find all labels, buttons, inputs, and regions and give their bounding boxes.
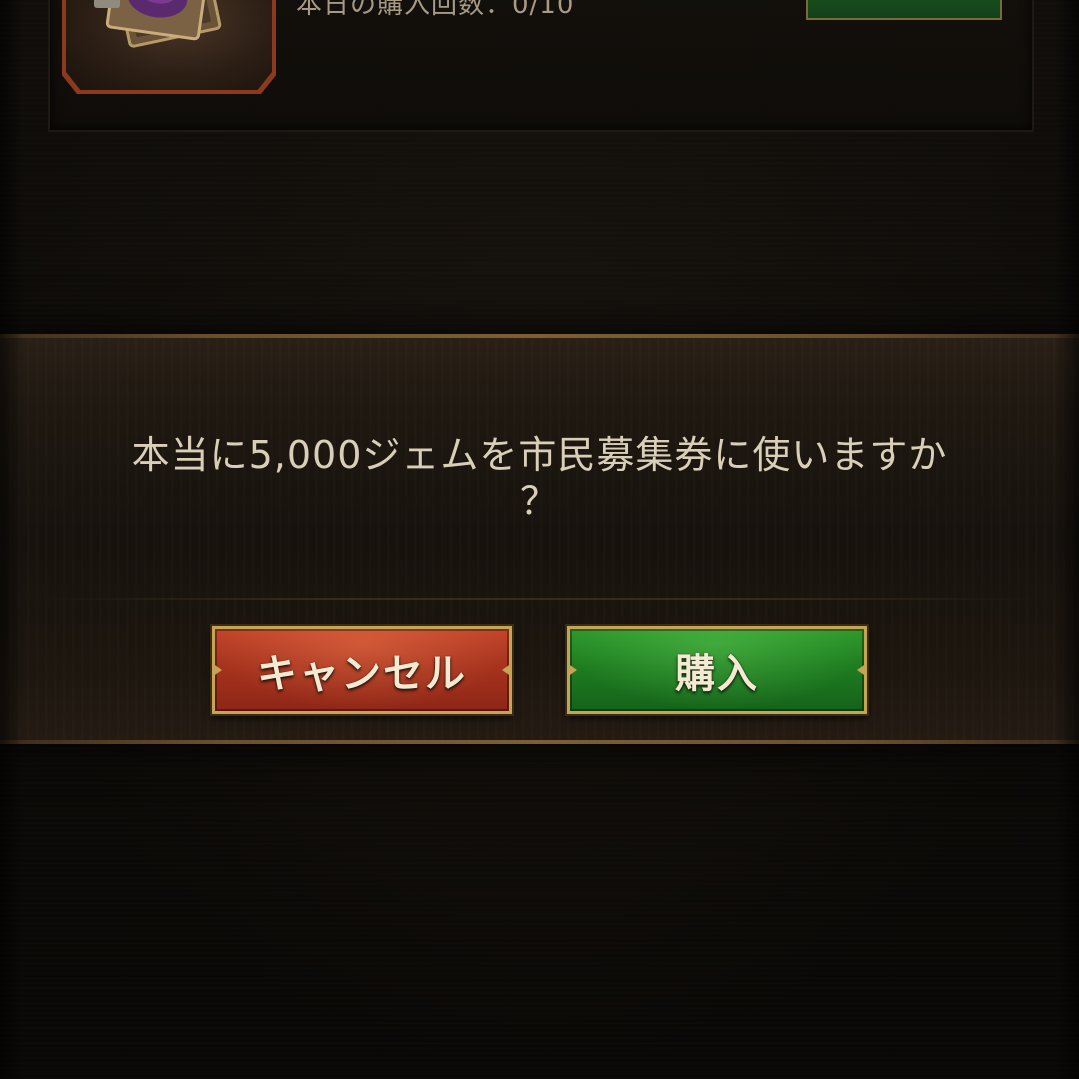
edge-shade [0,0,24,1079]
buy-button-label: 購入 [675,651,759,697]
button-notch-right [502,663,512,677]
edge-shade [1055,0,1079,1079]
dialog-message-line-2: ？ [519,479,559,523]
cancel-button[interactable]: キャンセル [212,626,512,714]
item-icon-frame[interactable] [62,0,276,94]
dialog-top-border [0,334,1079,338]
dialog-message: 本当に5,000ジェムを市民募集券に使いますか ？ [60,432,1019,524]
dialog-bottom-border [0,740,1079,744]
cancel-button-label: キャンセル [257,651,467,697]
recruit-ticket-icon [94,0,222,48]
button-notch-right [857,663,867,677]
confirm-dialog: 本当に5,000ジェムを市民募集券に使いますか ？ キャンセル 購入 [0,334,1079,744]
purchase-count-label: 本日の購入回数：0/10 [296,0,575,20]
game-screen: 本日の購入回数：0/10 本当に5,000ジェムを市民募集券に使いますか ？ キ… [0,0,1079,1079]
shop-buy-button[interactable] [806,0,1002,20]
dialog-divider [40,598,1039,600]
dialog-message-line-1: 本当に5,000ジェムを市民募集券に使いますか [131,433,948,477]
button-notch-left [567,663,577,677]
item-icon-background [66,0,272,90]
buy-button[interactable]: 購入 [567,626,867,714]
button-notch-left [212,663,222,677]
